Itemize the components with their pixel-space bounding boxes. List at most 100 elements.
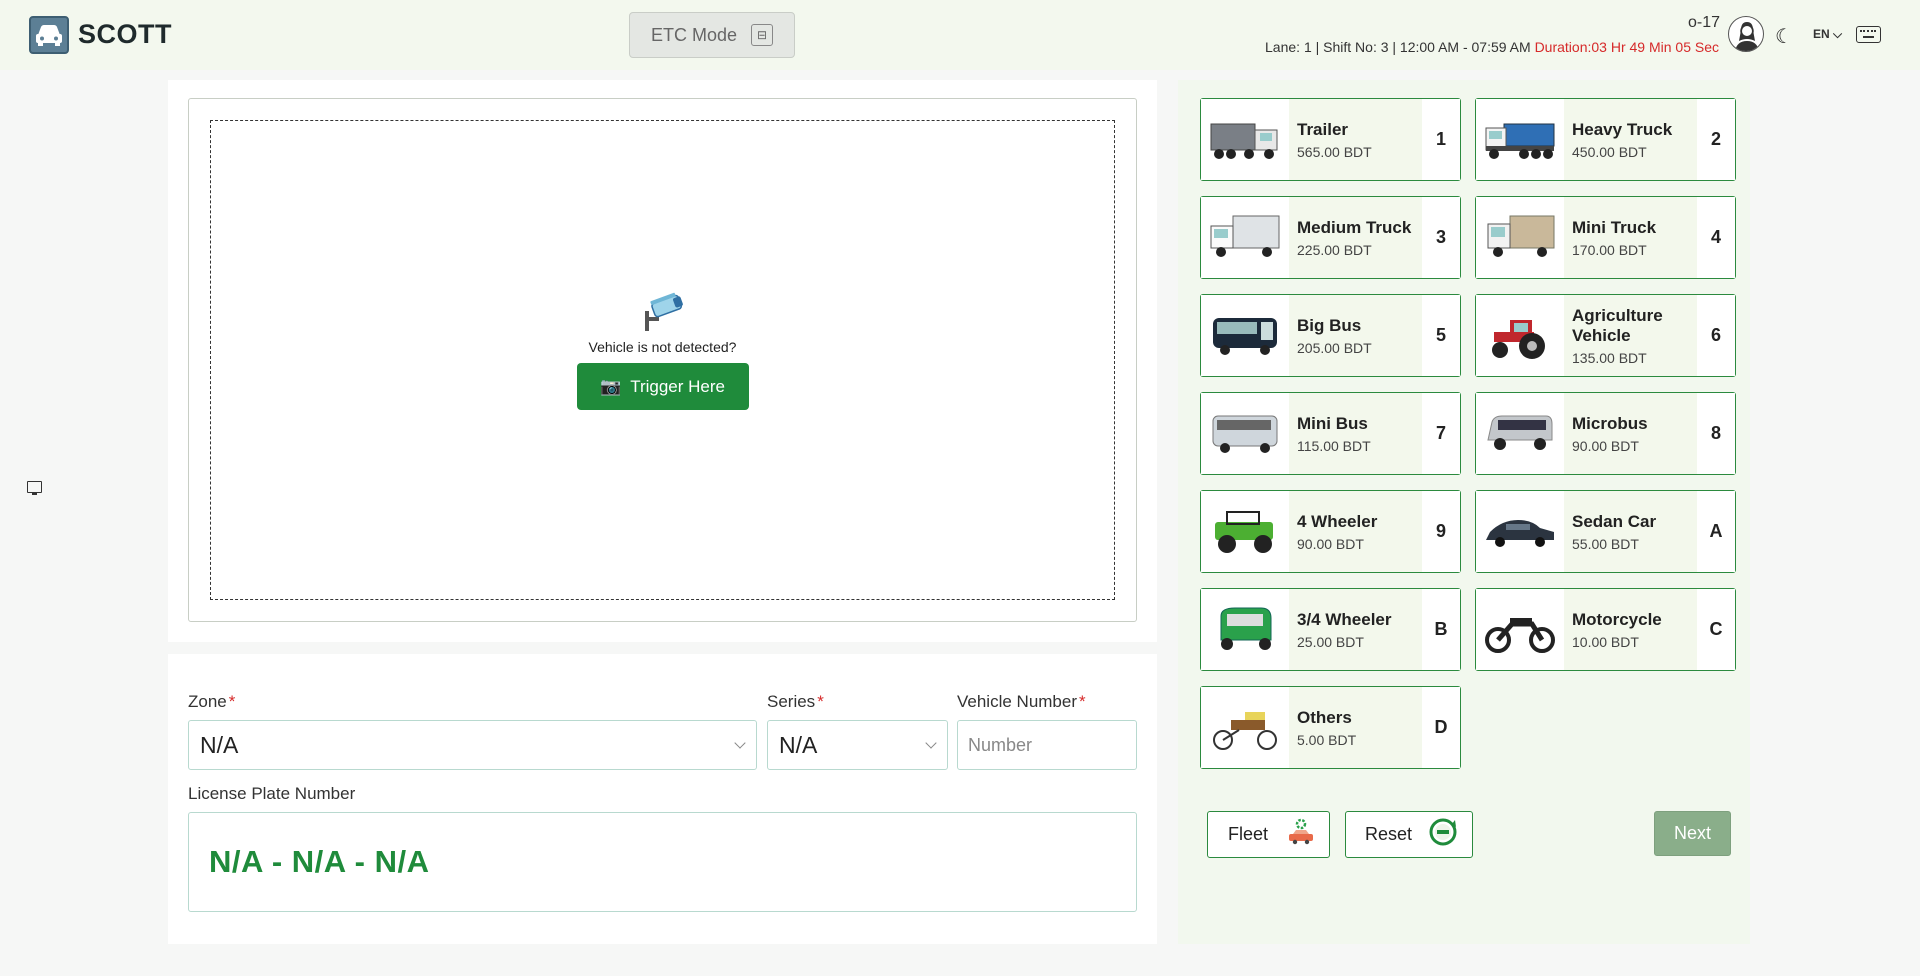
user-id: o-17 (1688, 14, 1721, 31)
vehicle-class-shortcut-key: 5 (1422, 295, 1460, 376)
vehicle-class-name: Microbus (1572, 413, 1648, 433)
app-title: SCOTT (78, 19, 172, 49)
vehicle-class-card[interactable]: Medium Truck 225.00 BDT 3 (1200, 196, 1461, 279)
vehicle-class-price: 5.00 BDT (1297, 731, 1357, 748)
rickshaw-icon (1201, 687, 1289, 768)
vehicle-class-info: Others 5.00 BDT (1289, 687, 1422, 768)
vehicle-class-card[interactable]: Motorcycle 10.00 BDT C (1475, 588, 1736, 671)
series-select[interactable]: N/A (767, 720, 948, 770)
plate-form: Zone* N/A Series* N/A Vehicle Number* Li… (168, 654, 1157, 944)
vehicle-class-shortcut-key: 3 (1422, 197, 1460, 278)
vehicle-class-shortcut-key: D (1422, 687, 1460, 768)
camera-view: Vehicle is not detected? 📷 Trigger Here (210, 120, 1115, 600)
vehicle-class-card[interactable]: Mini Bus 115.00 BDT 7 (1200, 392, 1461, 475)
vehicle-class-shortcut-key: B (1422, 589, 1460, 670)
vehicle-class-shortcut-key: C (1697, 589, 1735, 670)
fleet-button[interactable]: Fleet (1207, 811, 1330, 858)
vehicle-class-price: 135.00 BDT (1572, 349, 1647, 366)
vehicle-class-card[interactable]: 3/4 Wheeler 25.00 BDT B (1200, 588, 1461, 671)
reset-button[interactable]: Reset (1345, 811, 1473, 858)
license-plate-label: License Plate Number (188, 784, 356, 803)
avatar[interactable] (1728, 16, 1764, 52)
vehicle-class-card[interactable]: Agriculture Vehicle 135.00 BDT 6 (1475, 294, 1736, 377)
vehicle-class-shortcut-key: 6 (1697, 295, 1735, 376)
vehicle-class-card[interactable]: Big Bus 205.00 BDT 5 (1200, 294, 1461, 377)
tractor-icon (1476, 295, 1564, 376)
vehicle-class-price: 55.00 BDT (1572, 535, 1639, 552)
vehicle-class-name: Sedan Car (1572, 511, 1657, 531)
zone-select[interactable]: N/A (188, 720, 757, 770)
top-header: SCOTT ETC Mode ⊟ o-17 Lane: 1 | Shift No… (0, 0, 1920, 70)
monitor-icon[interactable] (27, 481, 42, 495)
reset-label: Reset (1365, 824, 1413, 844)
series-label-text: Series (767, 692, 816, 711)
vehicle-class-info: Microbus 90.00 BDT (1564, 393, 1697, 474)
vehicle-class-info: Mini Bus 115.00 BDT (1289, 393, 1422, 474)
camera-frame: Vehicle is not detected? 📷 Trigger Here (188, 98, 1137, 622)
vehicle-class-info: 4 Wheeler 90.00 BDT (1289, 491, 1422, 572)
vehicle-class-card[interactable]: Sedan Car 55.00 BDT A (1475, 490, 1736, 573)
vehicle-number-label-text: Vehicle Number (957, 692, 1078, 711)
vehicle-not-detected-text: Vehicle is not detected? (588, 339, 737, 355)
series-label: Series * (767, 692, 824, 712)
vehicle-class-card[interactable]: Heavy Truck 450.00 BDT 2 (1475, 98, 1736, 181)
shift-details: Lane: 1 | Shift No: 3 | 12:00 AM - 07:59… (1265, 39, 1531, 55)
dark-mode-icon[interactable]: ☾ (1775, 24, 1793, 49)
vehicle-class-shortcut-key: A (1697, 491, 1735, 572)
vehicle-class-shortcut-key: 7 (1422, 393, 1460, 474)
vehicle-class-name: 4 Wheeler (1297, 511, 1378, 531)
cctv-camera-icon (641, 291, 685, 333)
shift-duration: Duration:03 Hr 49 Min 05 Sec (1534, 39, 1719, 55)
vehicle-class-card[interactable]: Microbus 90.00 BDT 8 (1475, 392, 1736, 475)
language-label: EN (1813, 27, 1830, 41)
trailer-icon (1201, 99, 1289, 180)
motorcycle-icon (1476, 589, 1564, 670)
keyboard-icon[interactable] (1856, 26, 1881, 43)
vehicle-class-card[interactable]: Trailer 565.00 BDT 1 (1200, 98, 1461, 181)
required-marker: * (817, 692, 824, 711)
vehicle-class-price: 25.00 BDT (1297, 633, 1364, 650)
jeep-icon (1201, 491, 1289, 572)
required-marker: * (1079, 692, 1086, 711)
big-bus-icon (1201, 295, 1289, 376)
next-button[interactable]: Next (1654, 811, 1731, 856)
vehicle-class-name: Motorcycle (1572, 609, 1662, 629)
microbus-icon (1476, 393, 1564, 474)
series-value: N/A (779, 731, 818, 758)
car-tag-icon: ⊟ (751, 24, 774, 46)
vehicle-class-info: Sedan Car 55.00 BDT (1564, 491, 1697, 572)
vehicle-class-price: 115.00 BDT (1297, 437, 1371, 454)
fleet-label: Fleet (1228, 824, 1269, 844)
license-plate-display: N/A - N/A - N/A (188, 812, 1137, 912)
vehicle-class-shortcut-key: 2 (1697, 99, 1735, 180)
medium-truck-icon (1201, 197, 1289, 278)
vehicle-class-name: Big Bus (1297, 315, 1362, 335)
trigger-button[interactable]: 📷 Trigger Here (576, 363, 749, 410)
etc-mode-button[interactable]: ETC Mode ⊟ (629, 12, 795, 58)
vehicle-class-price: 450.00 BDT (1572, 143, 1647, 160)
vehicle-class-card[interactable]: 4 Wheeler 90.00 BDT 9 (1200, 490, 1461, 573)
vehicle-class-name: Mini Bus (1297, 413, 1368, 433)
vehicle-class-price: 170.00 BDT (1572, 241, 1647, 258)
vehicle-class-info: Medium Truck 225.00 BDT (1289, 197, 1422, 278)
vehicle-class-card[interactable]: Mini Truck 170.00 BDT 4 (1475, 196, 1736, 279)
language-selector[interactable]: EN ⌵ (1813, 27, 1842, 42)
reset-icon (1428, 817, 1458, 852)
mini-bus-icon (1201, 393, 1289, 474)
vehicle-class-card[interactable]: Others 5.00 BDT D (1200, 686, 1461, 769)
chevron-down-icon (734, 737, 746, 749)
vehicle-class-info: Motorcycle 10.00 BDT (1564, 589, 1697, 670)
vehicle-class-info: Trailer 565.00 BDT (1289, 99, 1422, 180)
vehicle-class-name: 3/4 Wheeler (1297, 609, 1392, 629)
vehicle-class-shortcut-key: 4 (1697, 197, 1735, 278)
vehicle-class-name: Heavy Truck (1572, 119, 1673, 139)
vehicle-number-input[interactable] (957, 720, 1137, 770)
vehicle-class-info: Heavy Truck 450.00 BDT (1564, 99, 1697, 180)
zone-label-text: Zone (188, 692, 227, 711)
trigger-label: Trigger Here (630, 376, 725, 396)
vehicle-class-info: Mini Truck 170.00 BDT (1564, 197, 1697, 278)
vehicle-class-shortcut-key: 1 (1422, 99, 1460, 180)
vehicle-class-price: 90.00 BDT (1572, 437, 1639, 454)
shift-info: Lane: 1 | Shift No: 3 | 12:00 AM - 07:59… (1265, 39, 1719, 55)
vehicle-class-price: 565.00 BDT (1297, 143, 1372, 160)
